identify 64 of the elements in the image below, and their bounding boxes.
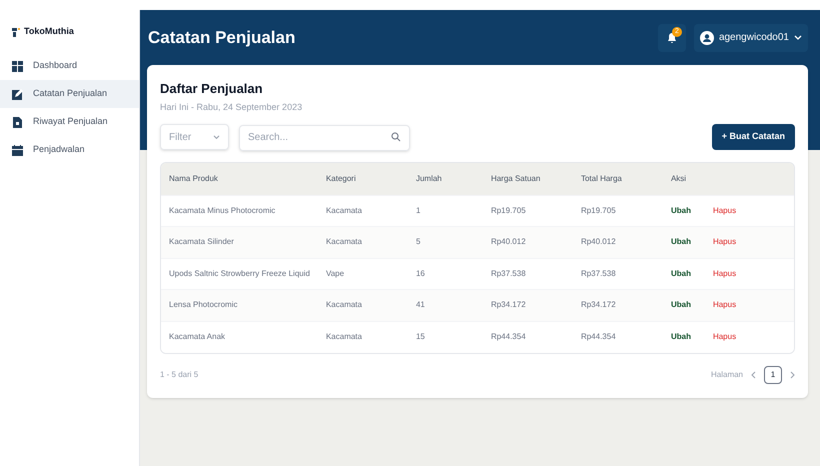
table-cell: Lensa Photocromic bbox=[169, 300, 238, 310]
page-button[interactable]: 1 bbox=[764, 366, 782, 384]
search-icon bbox=[391, 132, 401, 142]
page-label: Halaman bbox=[710, 368, 743, 380]
table-cell: Kacamata bbox=[326, 332, 362, 341]
table-cell: Kacamata Minus Photocromic bbox=[169, 206, 276, 215]
bell-icon bbox=[666, 32, 678, 44]
table-cell: 1 bbox=[416, 206, 420, 215]
sidebar-item[interactable]: Catatan Penjualan bbox=[0, 80, 139, 108]
card-subtitle: Hari Ini - Rabu, 24 September 2023 bbox=[160, 100, 304, 114]
table-cell: Kacamata bbox=[326, 237, 362, 246]
table-cell: Rp34.172 bbox=[490, 300, 526, 310]
user-icon bbox=[700, 30, 714, 44]
table-cell: Kacamata bbox=[326, 206, 362, 215]
create-button[interactable]: + Buat Catatan bbox=[712, 124, 795, 150]
document-icon bbox=[12, 116, 23, 128]
delete-link[interactable]: Hapus bbox=[712, 300, 736, 310]
page-title: Catatan Penjualan bbox=[148, 26, 296, 49]
delete-link[interactable]: Hapus bbox=[712, 206, 736, 215]
column-header: Nama Produk bbox=[169, 174, 218, 183]
delete-link[interactable]: Hapus bbox=[712, 332, 736, 341]
table-cell: 41 bbox=[416, 300, 425, 310]
table-cell: Kacamata Silinder bbox=[169, 237, 234, 246]
table-cell: Rp37.538 bbox=[580, 268, 616, 278]
column-header: Total Harga bbox=[580, 174, 622, 183]
table-cell: Rp37.538 bbox=[490, 268, 526, 278]
column-header: Kategori bbox=[326, 174, 356, 183]
table-cell: Rp19.705 bbox=[490, 206, 526, 215]
edit-link[interactable]: Ubah bbox=[670, 332, 691, 341]
logo-icon bbox=[12, 28, 20, 36]
edit-link[interactable]: Ubah bbox=[670, 300, 691, 310]
table-cell: Kacamata bbox=[326, 300, 362, 310]
table-cell: Rp19.705 bbox=[580, 206, 616, 215]
delete-link[interactable]: Hapus bbox=[712, 237, 736, 246]
table-cell: Rp34.172 bbox=[580, 300, 616, 310]
brand-name: TokoMuthia bbox=[24, 25, 74, 38]
column-header: Jumlah bbox=[416, 174, 442, 183]
edit-icon bbox=[12, 88, 23, 100]
table-cell: Vape bbox=[326, 268, 344, 278]
table-cell: Kacamata Anak bbox=[169, 332, 226, 341]
user-menu[interactable]: agengwicodo01 bbox=[694, 24, 808, 52]
edit-link[interactable]: Ubah bbox=[670, 237, 691, 246]
dashboard-icon bbox=[12, 60, 23, 72]
column-header: Harga Satuan bbox=[490, 174, 540, 183]
previous-page-icon[interactable] bbox=[751, 370, 756, 378]
column-header: Aksi bbox=[670, 174, 686, 183]
pagination-range: 1 - 5 dari 5 bbox=[160, 368, 198, 380]
chevron-down-icon bbox=[213, 134, 220, 140]
table-cell: Rp40.012 bbox=[490, 237, 526, 246]
table-cell: Rp44.354 bbox=[580, 332, 616, 341]
table-cell: Rp44.354 bbox=[490, 332, 526, 341]
table-cell: Rp40.012 bbox=[580, 237, 616, 246]
card-title: Daftar Penjualan bbox=[160, 80, 264, 98]
edit-link[interactable]: Ubah bbox=[670, 268, 691, 278]
table-cell: Upods Saltnic Strowberry Freeze Liquid bbox=[169, 268, 310, 278]
table-cell: 15 bbox=[416, 332, 425, 341]
next-page-icon[interactable] bbox=[790, 370, 795, 378]
edit-link[interactable]: Ubah bbox=[670, 206, 691, 215]
calendar-icon bbox=[12, 144, 23, 156]
delete-link[interactable]: Hapus bbox=[712, 268, 736, 278]
table-cell: 16 bbox=[416, 268, 425, 278]
table-cell: 5 bbox=[416, 237, 420, 246]
chevron-down-icon bbox=[794, 34, 802, 40]
search-field[interactable]: Search... bbox=[239, 124, 410, 150]
